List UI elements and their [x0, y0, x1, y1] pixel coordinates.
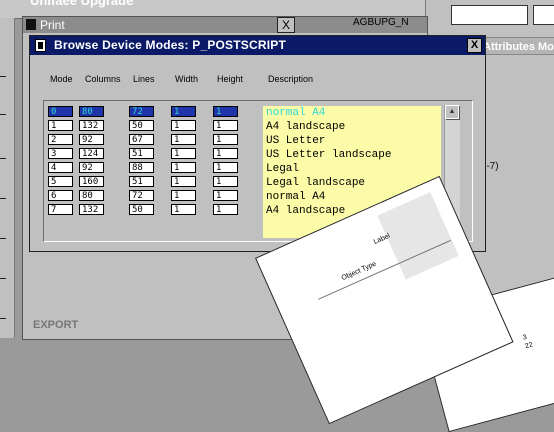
- column-header-mode: Mode: [50, 74, 73, 84]
- paper-rule: [318, 239, 451, 300]
- grid-cell-mode[interactable]: 4: [48, 162, 73, 173]
- paper-label-object-type: Object Type: [340, 260, 378, 283]
- grid-cell-columns[interactable]: 124: [79, 148, 104, 159]
- print-window-title: Print: [40, 18, 65, 32]
- grid-cell-height[interactable]: 1: [213, 120, 238, 131]
- column-header-description: Description: [268, 74, 314, 84]
- grid-cell-mode[interactable]: 0: [48, 106, 73, 117]
- grid-cell-description[interactable]: A4 landscape: [266, 204, 345, 218]
- grid-cell-lines[interactable]: 51: [129, 176, 154, 187]
- grid-cell-columns[interactable]: 80: [79, 190, 104, 201]
- grid-cell-width[interactable]: 1: [171, 120, 196, 131]
- grid-cell-height[interactable]: 1: [213, 190, 238, 201]
- paper-label-label: Label: [372, 232, 392, 246]
- dialog-window-icon: [35, 39, 46, 52]
- scroll-up-button[interactable]: ▲: [445, 105, 459, 119]
- grid-cell-lines[interactable]: 72: [129, 190, 154, 201]
- grid-cell-lines[interactable]: 51: [129, 148, 154, 159]
- export-label: EXPORT: [33, 319, 79, 331]
- grid-cell-description[interactable]: US Letter: [266, 134, 325, 148]
- grid-cell-height[interactable]: 1: [213, 148, 238, 159]
- grid-cell-mode[interactable]: 6: [48, 190, 73, 201]
- grid-cell-height[interactable]: 1: [213, 134, 238, 145]
- grid-cell-width[interactable]: 1: [171, 204, 196, 215]
- grid-cell-mode[interactable]: 5: [48, 176, 73, 187]
- upgrade-window-title: Unifaee Upgrade: [30, 0, 134, 8]
- grid-cell-lines[interactable]: 67: [129, 134, 154, 145]
- grid-cell-width[interactable]: 1: [171, 134, 196, 145]
- grid-cell-description[interactable]: Legal landscape: [266, 176, 365, 190]
- grid-cell-mode[interactable]: 7: [48, 204, 73, 215]
- column-header-columns: Columns: [85, 74, 121, 84]
- grid-cell-width[interactable]: 1: [171, 148, 196, 159]
- grid-cell-height[interactable]: 1: [213, 106, 238, 117]
- grid-cell-lines[interactable]: 50: [129, 120, 154, 131]
- grid-cell-description[interactable]: US Letter landscape: [266, 148, 391, 162]
- grid-cell-columns[interactable]: 132: [79, 120, 104, 131]
- grid-cell-description[interactable]: normal A4: [266, 190, 325, 204]
- grid-cell-description[interactable]: A4 landscape: [266, 120, 345, 134]
- right-pane-field-small[interactable]: [533, 5, 554, 25]
- grid-cell-lines[interactable]: 50: [129, 204, 154, 215]
- print-window-close-button[interactable]: X: [277, 17, 295, 33]
- grid-cell-mode[interactable]: 1: [48, 120, 73, 131]
- left-strip: [0, 18, 15, 338]
- grid-cell-mode[interactable]: 3: [48, 148, 73, 159]
- printer-name: AGBUPG_N: [353, 17, 409, 28]
- grid-cell-height[interactable]: 1: [213, 176, 238, 187]
- grid-cell-height[interactable]: 1: [213, 204, 238, 215]
- grid-cell-description[interactable]: Legal: [266, 162, 299, 176]
- grid-cell-width[interactable]: 1: [171, 176, 196, 187]
- column-header-height: Height: [217, 74, 244, 84]
- grid-cell-description[interactable]: normal A4: [266, 106, 325, 120]
- grid-cell-height[interactable]: 1: [213, 162, 238, 173]
- grid-cell-columns[interactable]: 80: [79, 106, 104, 117]
- dialog-close-button[interactable]: X: [467, 38, 482, 53]
- grid-cell-width[interactable]: 1: [171, 106, 196, 117]
- column-header-lines: Lines: [133, 74, 155, 84]
- grid-cell-columns[interactable]: 92: [79, 134, 104, 145]
- print-window-icon: [26, 19, 36, 30]
- grid-cell-columns[interactable]: 160: [79, 176, 104, 187]
- right-pane-field[interactable]: [451, 5, 528, 25]
- grid-cell-lines[interactable]: 88: [129, 162, 154, 173]
- grid-cell-width[interactable]: 1: [171, 162, 196, 173]
- grid-cell-columns[interactable]: 132: [79, 204, 104, 215]
- dialog-titlebar: Browse Device Modes: P_POSTSCRIPT X: [30, 36, 485, 55]
- grid-cell-columns[interactable]: 92: [79, 162, 104, 173]
- page-ref-b: 22: [524, 341, 534, 351]
- grid-cell-width[interactable]: 1: [171, 190, 196, 201]
- column-header-width: Width: [175, 74, 199, 84]
- dialog-title: Browse Device Modes: P_POSTSCRIPT: [54, 38, 286, 52]
- grid-cell-lines[interactable]: 72: [129, 106, 154, 117]
- grid-cell-mode[interactable]: 2: [48, 134, 73, 145]
